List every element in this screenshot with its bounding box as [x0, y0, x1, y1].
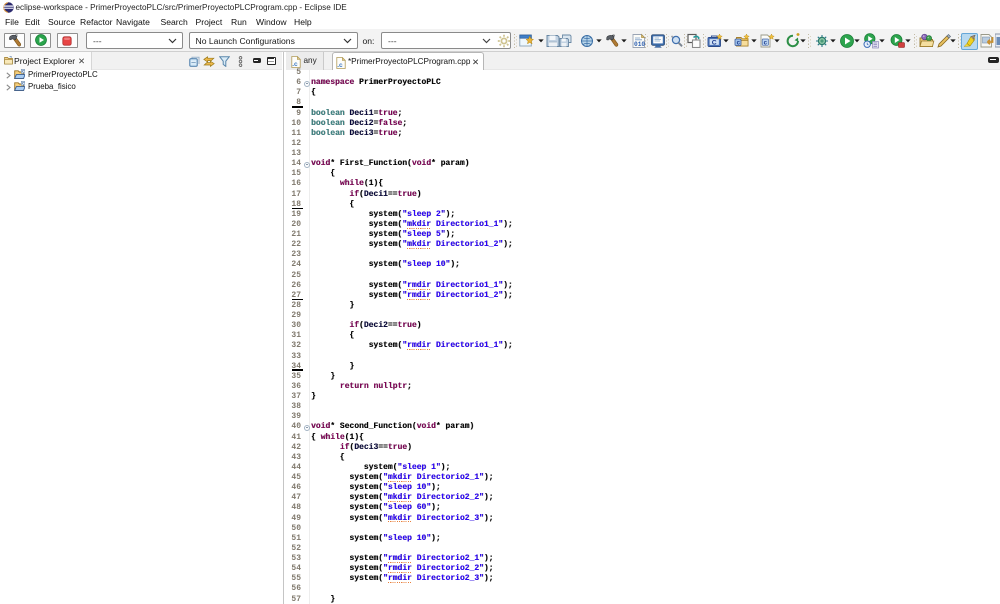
svg-text:C: C [22, 82, 25, 86]
svg-text:.c: .c [292, 60, 298, 67]
svg-text:010: 010 [634, 41, 645, 48]
svg-text:C: C [22, 70, 25, 74]
svg-text:C: C [712, 40, 717, 47]
